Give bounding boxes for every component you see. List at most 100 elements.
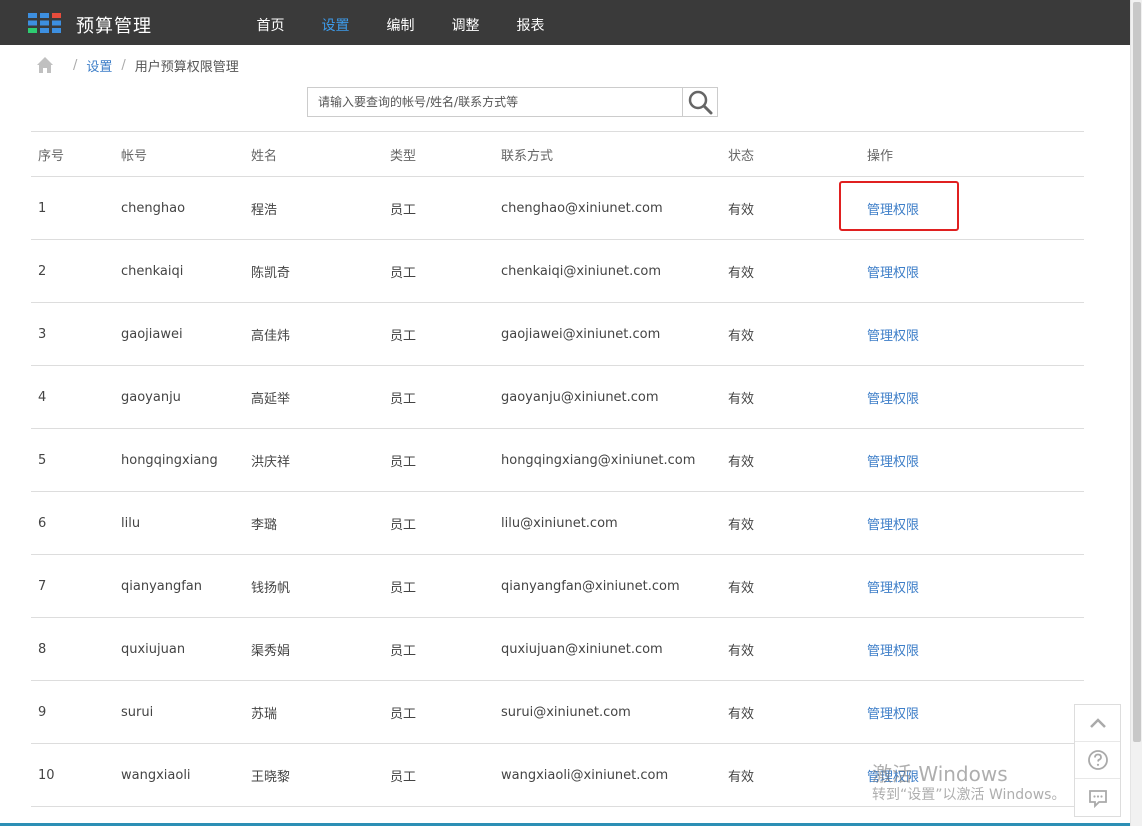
cell-action: 管理权限 — [860, 617, 1084, 681]
cell-name: 王晓黎 — [244, 743, 383, 807]
breadcrumb-separator: / — [121, 57, 126, 73]
manage-permissions-link[interactable]: 管理权限 — [867, 707, 919, 722]
column-header-contact: 联系方式 — [494, 131, 721, 177]
cell-contact: wangxiaoli@xiniunet.com — [494, 743, 721, 807]
manage-permissions-link[interactable]: 管理权限 — [867, 455, 919, 470]
nav-item-home[interactable]: 首页 — [238, 0, 303, 45]
cell-account: lilu — [114, 491, 244, 555]
manage-permissions-link[interactable]: 管理权限 — [867, 266, 919, 281]
cell-no: 4 — [31, 365, 114, 429]
cell-name: 苏瑞 — [244, 680, 383, 744]
scrollbar-thumb[interactable] — [1133, 2, 1141, 742]
cell-account: chenkaiqi — [114, 239, 244, 303]
nav-item-adjust[interactable]: 调整 — [433, 0, 498, 45]
nav-item-reports[interactable]: 报表 — [498, 0, 563, 45]
feedback-button[interactable] — [1075, 779, 1120, 816]
back-to-top-button[interactable] — [1075, 705, 1120, 742]
cell-contact: qianyangfan@xiniunet.com — [494, 554, 721, 618]
logo-grid-icon — [28, 13, 61, 33]
feedback-icon — [1088, 789, 1107, 808]
user-table: 序号 帐号 姓名 类型 联系方式 状态 操作 1 chenghao 程浩 员工 … — [31, 131, 1084, 807]
cell-action: 管理权限 — [860, 239, 1084, 303]
cell-type: 员工 — [383, 680, 494, 744]
cell-status: 有效 — [721, 680, 860, 744]
cell-action: 管理权限 — [860, 491, 1084, 555]
help-icon — [1087, 750, 1108, 770]
column-header-status: 状态 — [721, 131, 860, 177]
cell-contact: surui@xiniunet.com — [494, 680, 721, 744]
cell-account: hongqingxiang — [114, 428, 244, 492]
cell-no: 2 — [31, 239, 114, 303]
cell-name: 高延举 — [244, 365, 383, 429]
cell-type: 员工 — [383, 743, 494, 807]
breadcrumb: / 设置 / 用户预算权限管理 — [36, 55, 239, 75]
cell-account: chenghao — [114, 176, 244, 240]
breadcrumb-current-page: 用户预算权限管理 — [134, 59, 239, 75]
top-navbar: 预算管理 首页 设置 编制 调整 报表 — [0, 0, 1130, 45]
cell-name: 渠秀娟 — [244, 617, 383, 681]
cell-contact: lilu@xiniunet.com — [494, 491, 721, 555]
search-button[interactable] — [683, 87, 718, 117]
search-input[interactable] — [307, 87, 683, 117]
nav-item-settings[interactable]: 设置 — [303, 0, 368, 45]
cell-name: 钱扬帆 — [244, 554, 383, 618]
chevron-up-icon — [1089, 718, 1106, 728]
cell-type: 员工 — [383, 176, 494, 240]
breadcrumb-separator: / — [73, 57, 78, 73]
manage-permissions-link[interactable]: 管理权限 — [867, 329, 919, 344]
cell-status: 有效 — [721, 365, 860, 429]
cell-account: quxiujuan — [114, 617, 244, 681]
cell-no: 1 — [31, 176, 114, 240]
cell-no: 7 — [31, 554, 114, 618]
cell-type: 员工 — [383, 239, 494, 303]
home-icon[interactable] — [36, 56, 54, 74]
cell-contact: quxiujuan@xiniunet.com — [494, 617, 721, 681]
vertical-scrollbar[interactable] — [1130, 0, 1142, 826]
column-header-name: 姓名 — [244, 131, 383, 177]
app-title[interactable]: 预算管理 — [76, 12, 152, 38]
main-nav: 首页 设置 编制 调整 报表 — [238, 0, 563, 45]
cell-status: 有效 — [721, 176, 860, 240]
cell-name: 程浩 — [244, 176, 383, 240]
table-row: 5 hongqingxiang 洪庆祥 员工 hongqingxiang@xin… — [31, 428, 1084, 492]
nav-item-compile[interactable]: 编制 — [368, 0, 433, 45]
manage-permissions-link[interactable]: 管理权限 — [867, 203, 919, 218]
cell-status: 有效 — [721, 617, 860, 681]
cell-no: 6 — [31, 491, 114, 555]
cell-status: 有效 — [721, 428, 860, 492]
cell-status: 有效 — [721, 743, 860, 807]
cell-contact: chenkaiqi@xiniunet.com — [494, 239, 721, 303]
manage-permissions-link[interactable]: 管理权限 — [867, 518, 919, 533]
cell-account: gaoyanju — [114, 365, 244, 429]
table-row: 6 lilu 李璐 员工 lilu@xiniunet.com 有效 管理权限 — [31, 491, 1084, 555]
cell-account: qianyangfan — [114, 554, 244, 618]
search-icon — [688, 90, 713, 115]
cell-no: 10 — [31, 743, 114, 807]
cell-account: wangxiaoli — [114, 743, 244, 807]
manage-permissions-link[interactable]: 管理权限 — [867, 644, 919, 659]
cell-name: 陈凯奇 — [244, 239, 383, 303]
column-header-type: 类型 — [383, 131, 494, 177]
cell-action: 管理权限 — [860, 428, 1084, 492]
cell-contact: gaoyanju@xiniunet.com — [494, 365, 721, 429]
table-row: 2 chenkaiqi 陈凯奇 员工 chenkaiqi@xiniunet.co… — [31, 239, 1084, 303]
cell-type: 员工 — [383, 554, 494, 618]
breadcrumb-link-settings[interactable]: 设置 — [86, 56, 112, 75]
manage-permissions-link[interactable]: 管理权限 — [867, 392, 919, 407]
help-button[interactable] — [1075, 742, 1120, 779]
table-row: 3 gaojiawei 高佳炜 员工 gaojiawei@xiniunet.co… — [31, 302, 1084, 366]
column-header-account: 帐号 — [114, 131, 244, 177]
table-row: 7 qianyangfan 钱扬帆 员工 qianyangfan@xiniune… — [31, 554, 1084, 618]
table-row: 4 gaoyanju 高延举 员工 gaoyanju@xiniunet.com … — [31, 365, 1084, 429]
table-row: 8 quxiujuan 渠秀娟 员工 quxiujuan@xiniunet.co… — [31, 617, 1084, 681]
cell-action: 管理权限 — [860, 176, 1084, 240]
cell-no: 3 — [31, 302, 114, 366]
column-header-action: 操作 — [860, 131, 1084, 177]
manage-permissions-link[interactable]: 管理权限 — [867, 581, 919, 596]
cell-no: 5 — [31, 428, 114, 492]
cell-action: 管理权限 — [860, 302, 1084, 366]
cell-status: 有效 — [721, 302, 860, 366]
cell-type: 员工 — [383, 365, 494, 429]
cell-type: 员工 — [383, 428, 494, 492]
cell-account: surui — [114, 680, 244, 744]
